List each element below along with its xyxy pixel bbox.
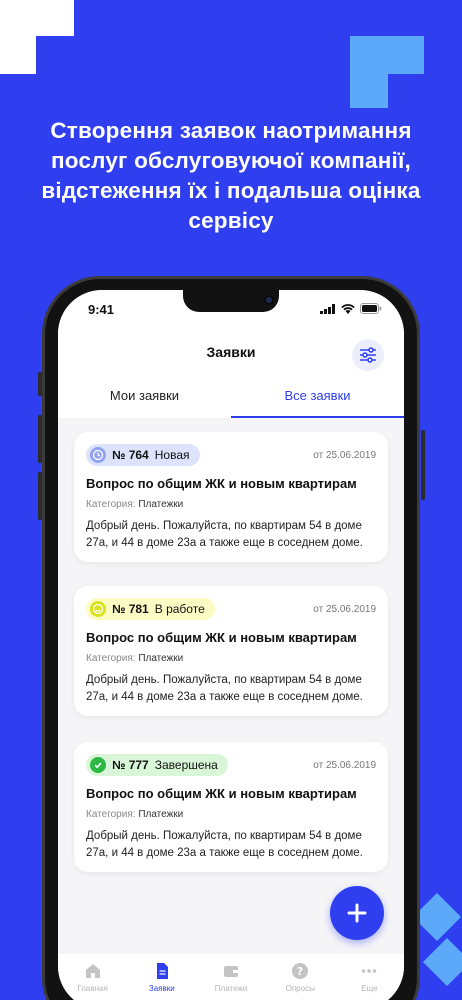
request-card[interactable]: № 764 Новая от 25.06.2019 Вопрос по общи… bbox=[74, 432, 388, 562]
nav-label: Заявки bbox=[148, 984, 175, 993]
nav-item-more[interactable]: Еще bbox=[335, 954, 404, 1000]
request-title: Вопрос по общим ЖК и новым квартирам bbox=[86, 786, 357, 801]
tab-all-requests[interactable]: Все заявки bbox=[231, 382, 404, 418]
status-badge: № 781 В работе bbox=[86, 598, 215, 620]
category-label: Категория: bbox=[86, 653, 136, 664]
decor-square bbox=[350, 74, 388, 108]
check-icon bbox=[90, 757, 106, 773]
request-title: Вопрос по общим ЖК и новым квартирам bbox=[86, 630, 357, 645]
category-label: Категория: bbox=[86, 809, 136, 820]
request-date: от 25.06.2019 bbox=[313, 759, 376, 771]
document-icon bbox=[156, 963, 168, 979]
nav-label: Еще bbox=[361, 984, 378, 993]
request-text: Добрый день. Пожалуйста, по квартирам 54… bbox=[86, 674, 363, 703]
filter-icon bbox=[360, 347, 376, 363]
phone-side-button bbox=[38, 415, 42, 463]
battery-icon bbox=[360, 303, 382, 314]
request-date: от 25.06.2019 bbox=[313, 449, 376, 461]
request-status: Новая bbox=[154, 448, 190, 462]
signal-icon bbox=[320, 303, 335, 314]
camera-icon bbox=[264, 295, 274, 305]
category-label: Категория: bbox=[86, 499, 136, 510]
request-category: Категория: Платежки bbox=[86, 809, 376, 820]
nav-label: Главная bbox=[77, 984, 108, 993]
request-number: № 777 bbox=[112, 758, 149, 772]
status-badge: № 777 Завершена bbox=[86, 754, 228, 776]
request-card[interactable]: № 777 Завершена от 25.06.2019 Вопрос по … bbox=[74, 742, 388, 872]
decor-square bbox=[0, 0, 74, 36]
category-value: Платежки bbox=[138, 499, 184, 510]
tab-my-requests[interactable]: Мои заявки bbox=[58, 382, 231, 418]
phone-side-button bbox=[38, 472, 42, 520]
request-number: № 764 bbox=[112, 448, 149, 462]
request-number: № 781 bbox=[112, 602, 149, 616]
wifi-icon bbox=[341, 303, 355, 314]
status-badge: № 764 Новая bbox=[86, 444, 200, 466]
top-bar: Заявки Мои заявки Все заявки bbox=[58, 330, 404, 418]
request-text: Добрый день. Пожалуйста, по квартирам 54… bbox=[86, 520, 363, 549]
phone-screen: 9:41 Заявки Мои заявки Все заявки № 764 … bbox=[58, 290, 404, 1000]
request-card[interactable]: № 781 В работе от 25.06.2019 Вопрос по о… bbox=[74, 586, 388, 716]
plus-icon bbox=[347, 903, 367, 923]
nav-label: Опросы bbox=[285, 984, 315, 993]
request-title: Вопрос по общим ЖК и новым квартирам bbox=[86, 476, 357, 491]
clock-icon bbox=[90, 447, 106, 463]
request-text: Добрый день. Пожалуйста, по квартирам 54… bbox=[86, 830, 363, 859]
status-icons bbox=[320, 303, 382, 314]
request-status: В работе bbox=[154, 602, 205, 616]
home-icon bbox=[85, 964, 100, 978]
nav-item-home[interactable]: Главная bbox=[58, 954, 127, 1000]
smile-icon bbox=[90, 601, 106, 617]
phone-side-button bbox=[421, 430, 425, 500]
request-status: Завершена bbox=[154, 758, 218, 772]
filter-button[interactable] bbox=[352, 339, 384, 371]
decor-diamond bbox=[412, 892, 462, 942]
add-request-button[interactable] bbox=[330, 886, 384, 940]
category-value: Платежки bbox=[138, 653, 184, 664]
tabs: Мои заявки Все заявки bbox=[58, 382, 404, 418]
request-category: Категория: Платежки bbox=[86, 653, 376, 664]
phone-side-button bbox=[38, 372, 42, 396]
request-category: Категория: Платежки bbox=[86, 499, 376, 510]
decor-square bbox=[350, 36, 424, 74]
category-value: Платежки bbox=[138, 809, 184, 820]
question-icon: ? bbox=[292, 963, 309, 979]
more-icon bbox=[362, 969, 377, 973]
request-date: от 25.06.2019 bbox=[313, 603, 376, 615]
wallet-icon bbox=[224, 966, 238, 977]
status-time: 9:41 bbox=[88, 302, 115, 317]
svg-text:?: ? bbox=[297, 965, 303, 978]
nav-label: Платежи bbox=[214, 984, 248, 993]
decor-square bbox=[0, 36, 36, 74]
promo-headline: Створення заявок наотримання послуг обсл… bbox=[41, 118, 421, 233]
decor-diamond bbox=[422, 937, 462, 987]
nav-item-requests[interactable]: Заявки bbox=[127, 954, 196, 1000]
nav-item-polls[interactable]: ? Опросы bbox=[266, 954, 335, 1000]
bottom-nav: Главная Заявки Платежи ? Опросы Еще bbox=[58, 954, 404, 1000]
nav-item-payments[interactable]: Платежи bbox=[196, 954, 265, 1000]
